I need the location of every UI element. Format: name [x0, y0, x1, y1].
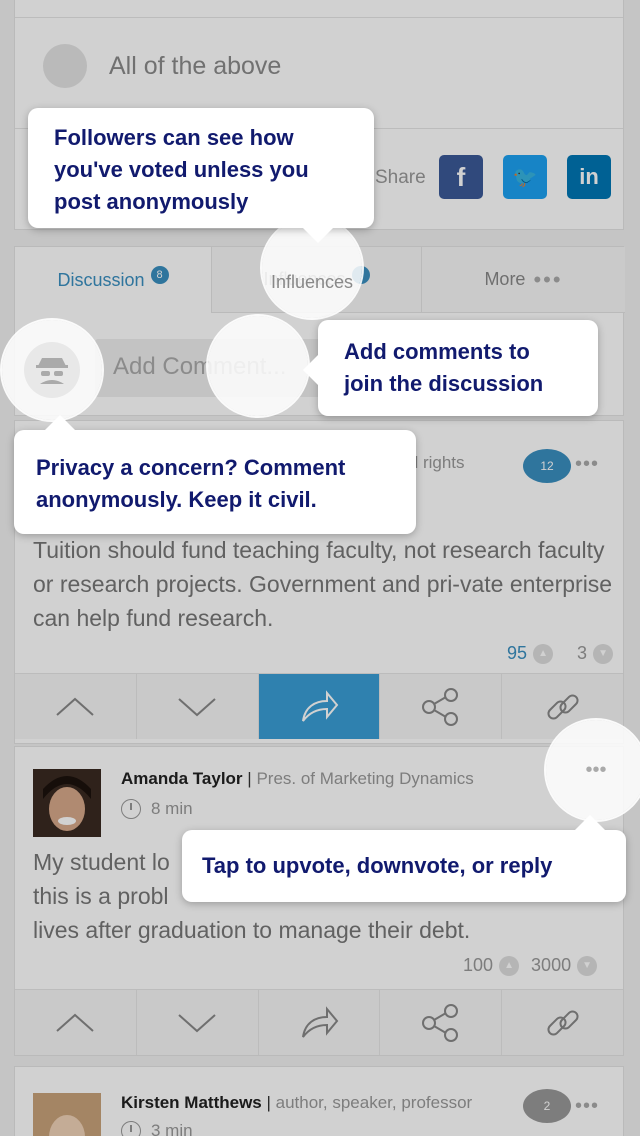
- chevron-up-icon: [56, 697, 95, 716]
- link-icon: [547, 1009, 579, 1036]
- upvote-button[interactable]: [15, 990, 137, 1055]
- share-label: Share: [375, 167, 426, 188]
- downvote-button[interactable]: [137, 674, 259, 739]
- upvote-small-icon: ▲: [533, 643, 554, 664]
- twitter-share-button[interactable]: 🐦: [503, 155, 547, 199]
- downvote-count: 3000: [531, 955, 572, 975]
- timestamp-text: 8 min: [151, 799, 193, 818]
- author-title: Pres. of Marketing Dynamics: [256, 769, 474, 788]
- tooltip-privacy: Privacy a concern? Comment anonymously. …: [14, 415, 416, 534]
- tab-discussion-label: Discussion: [57, 269, 145, 290]
- link-icon: [547, 693, 579, 720]
- linkedin-share-button[interactable]: in: [567, 155, 611, 199]
- share-button[interactable]: [380, 674, 503, 739]
- post-body-line: lives after graduation to manage their d…: [33, 917, 471, 943]
- tooltip-tap-actions: Tap to upvote, downvote, or reply: [182, 815, 626, 902]
- reply-button[interactable]: [258, 674, 381, 739]
- avatar[interactable]: [33, 1093, 101, 1136]
- tab-more-label: More: [484, 269, 526, 289]
- discussion-count-badge: 8: [150, 266, 169, 284]
- author-name[interactable]: Amanda Taylor: [121, 769, 243, 788]
- chevron-up-icon: [56, 1013, 95, 1032]
- post-timestamp: 3 min: [121, 1121, 193, 1136]
- spotlight-influences-label: Influences: [270, 271, 354, 292]
- downvote-count: 3: [577, 643, 588, 663]
- more-dots-icon: •••: [585, 758, 607, 781]
- post-more-icon[interactable]: •••: [575, 1095, 599, 1118]
- avatar[interactable]: [33, 769, 101, 837]
- radio-button[interactable]: [43, 44, 87, 88]
- link-button[interactable]: [502, 990, 623, 1055]
- clock-icon: [121, 799, 141, 819]
- post-action-bar: [15, 673, 623, 739]
- vote-counts: 100 ▲ 3000 ▼: [463, 955, 598, 976]
- post-body: Tuition should fund teaching faculty, no…: [33, 537, 613, 631]
- post-action-bar: [15, 989, 623, 1055]
- chevron-down-icon: [178, 1013, 216, 1032]
- upvote-small-icon: ▲: [499, 955, 520, 976]
- tab-discussion[interactable]: Discussion 8: [15, 247, 211, 313]
- share-icon: [421, 687, 458, 726]
- comment-count-bubble[interactable]: 12: [523, 449, 571, 483]
- timestamp-text: 3 min: [151, 1121, 193, 1136]
- poll-option-label: All of the above: [109, 52, 282, 80]
- post-author[interactable]: Amanda Taylor | Pres. of Marketing Dynam…: [121, 769, 474, 789]
- author-title: author, speaker, professor: [275, 1093, 473, 1112]
- post-more-icon[interactable]: •••: [575, 453, 599, 476]
- facebook-icon: f: [456, 161, 466, 192]
- facebook-share-button[interactable]: f: [439, 155, 483, 199]
- tooltip-followers: Followers can see how you've voted unles…: [28, 108, 374, 243]
- downvote-small-icon: ▼: [593, 643, 614, 664]
- post-card: Kirsten Matthews | author, speaker, prof…: [14, 1066, 624, 1136]
- author-name[interactable]: Kirsten Matthews: [121, 1093, 262, 1112]
- downvote-button[interactable]: [137, 990, 259, 1055]
- chevron-down-icon: [178, 697, 216, 716]
- anonymous-avatar-icon: [24, 342, 80, 398]
- upvote-count: 95: [507, 643, 528, 663]
- post-timestamp: 8 min: [121, 799, 193, 819]
- more-dots-icon: •••: [533, 266, 563, 292]
- share-button[interactable]: [380, 990, 503, 1055]
- twitter-icon: 🐦: [512, 166, 538, 189]
- reply-arrow-icon: [301, 689, 339, 722]
- downvote-small-icon: ▼: [577, 955, 598, 976]
- clock-icon: [121, 1121, 141, 1136]
- reply-button[interactable]: [259, 990, 381, 1055]
- vote-counts: 95 ▲ 3 ▼: [507, 643, 614, 664]
- linkedin-icon: in: [579, 164, 599, 189]
- comment-count-bubble[interactable]: 2: [523, 1089, 571, 1123]
- post-author[interactable]: Kirsten Matthews | author, speaker, prof…: [121, 1093, 472, 1113]
- tab-more[interactable]: More •••: [422, 247, 625, 313]
- share-icon: [421, 1003, 458, 1042]
- reply-arrow-icon: [301, 1005, 339, 1038]
- upvote-count: 100: [463, 955, 494, 975]
- upvote-button[interactable]: [15, 674, 137, 739]
- tooltip-add-comments: Add comments to join the discussion: [303, 320, 598, 416]
